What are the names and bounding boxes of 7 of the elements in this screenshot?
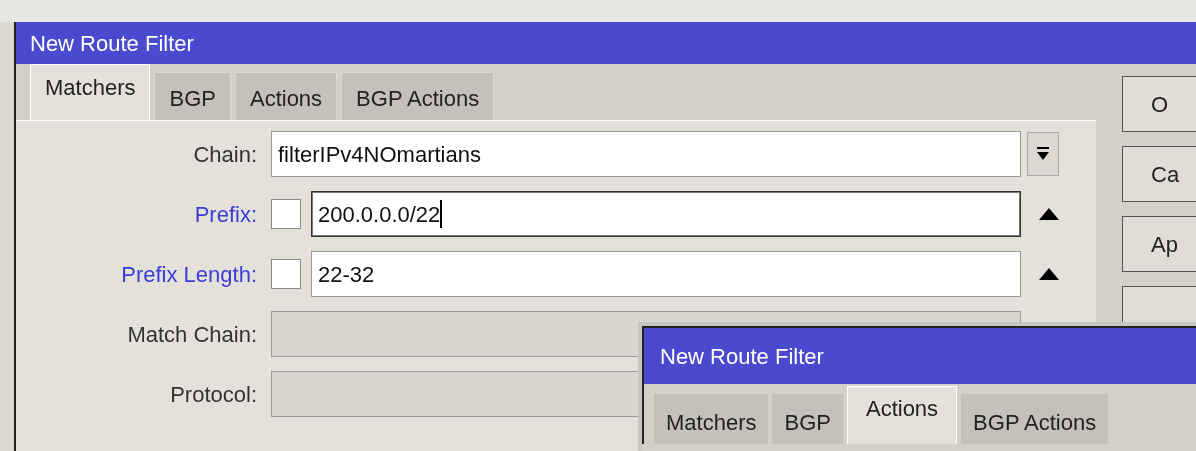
- window-title: New Route Filter: [660, 342, 824, 371]
- field-label: Chain:: [192, 140, 258, 169]
- window-title: New Route Filter: [30, 29, 194, 58]
- field-label: Prefix Length:: [120, 260, 258, 289]
- field-label: Prefix:: [193, 200, 258, 229]
- field-label: Match Chain:: [126, 320, 258, 349]
- field-label: Protocol:: [169, 380, 258, 409]
